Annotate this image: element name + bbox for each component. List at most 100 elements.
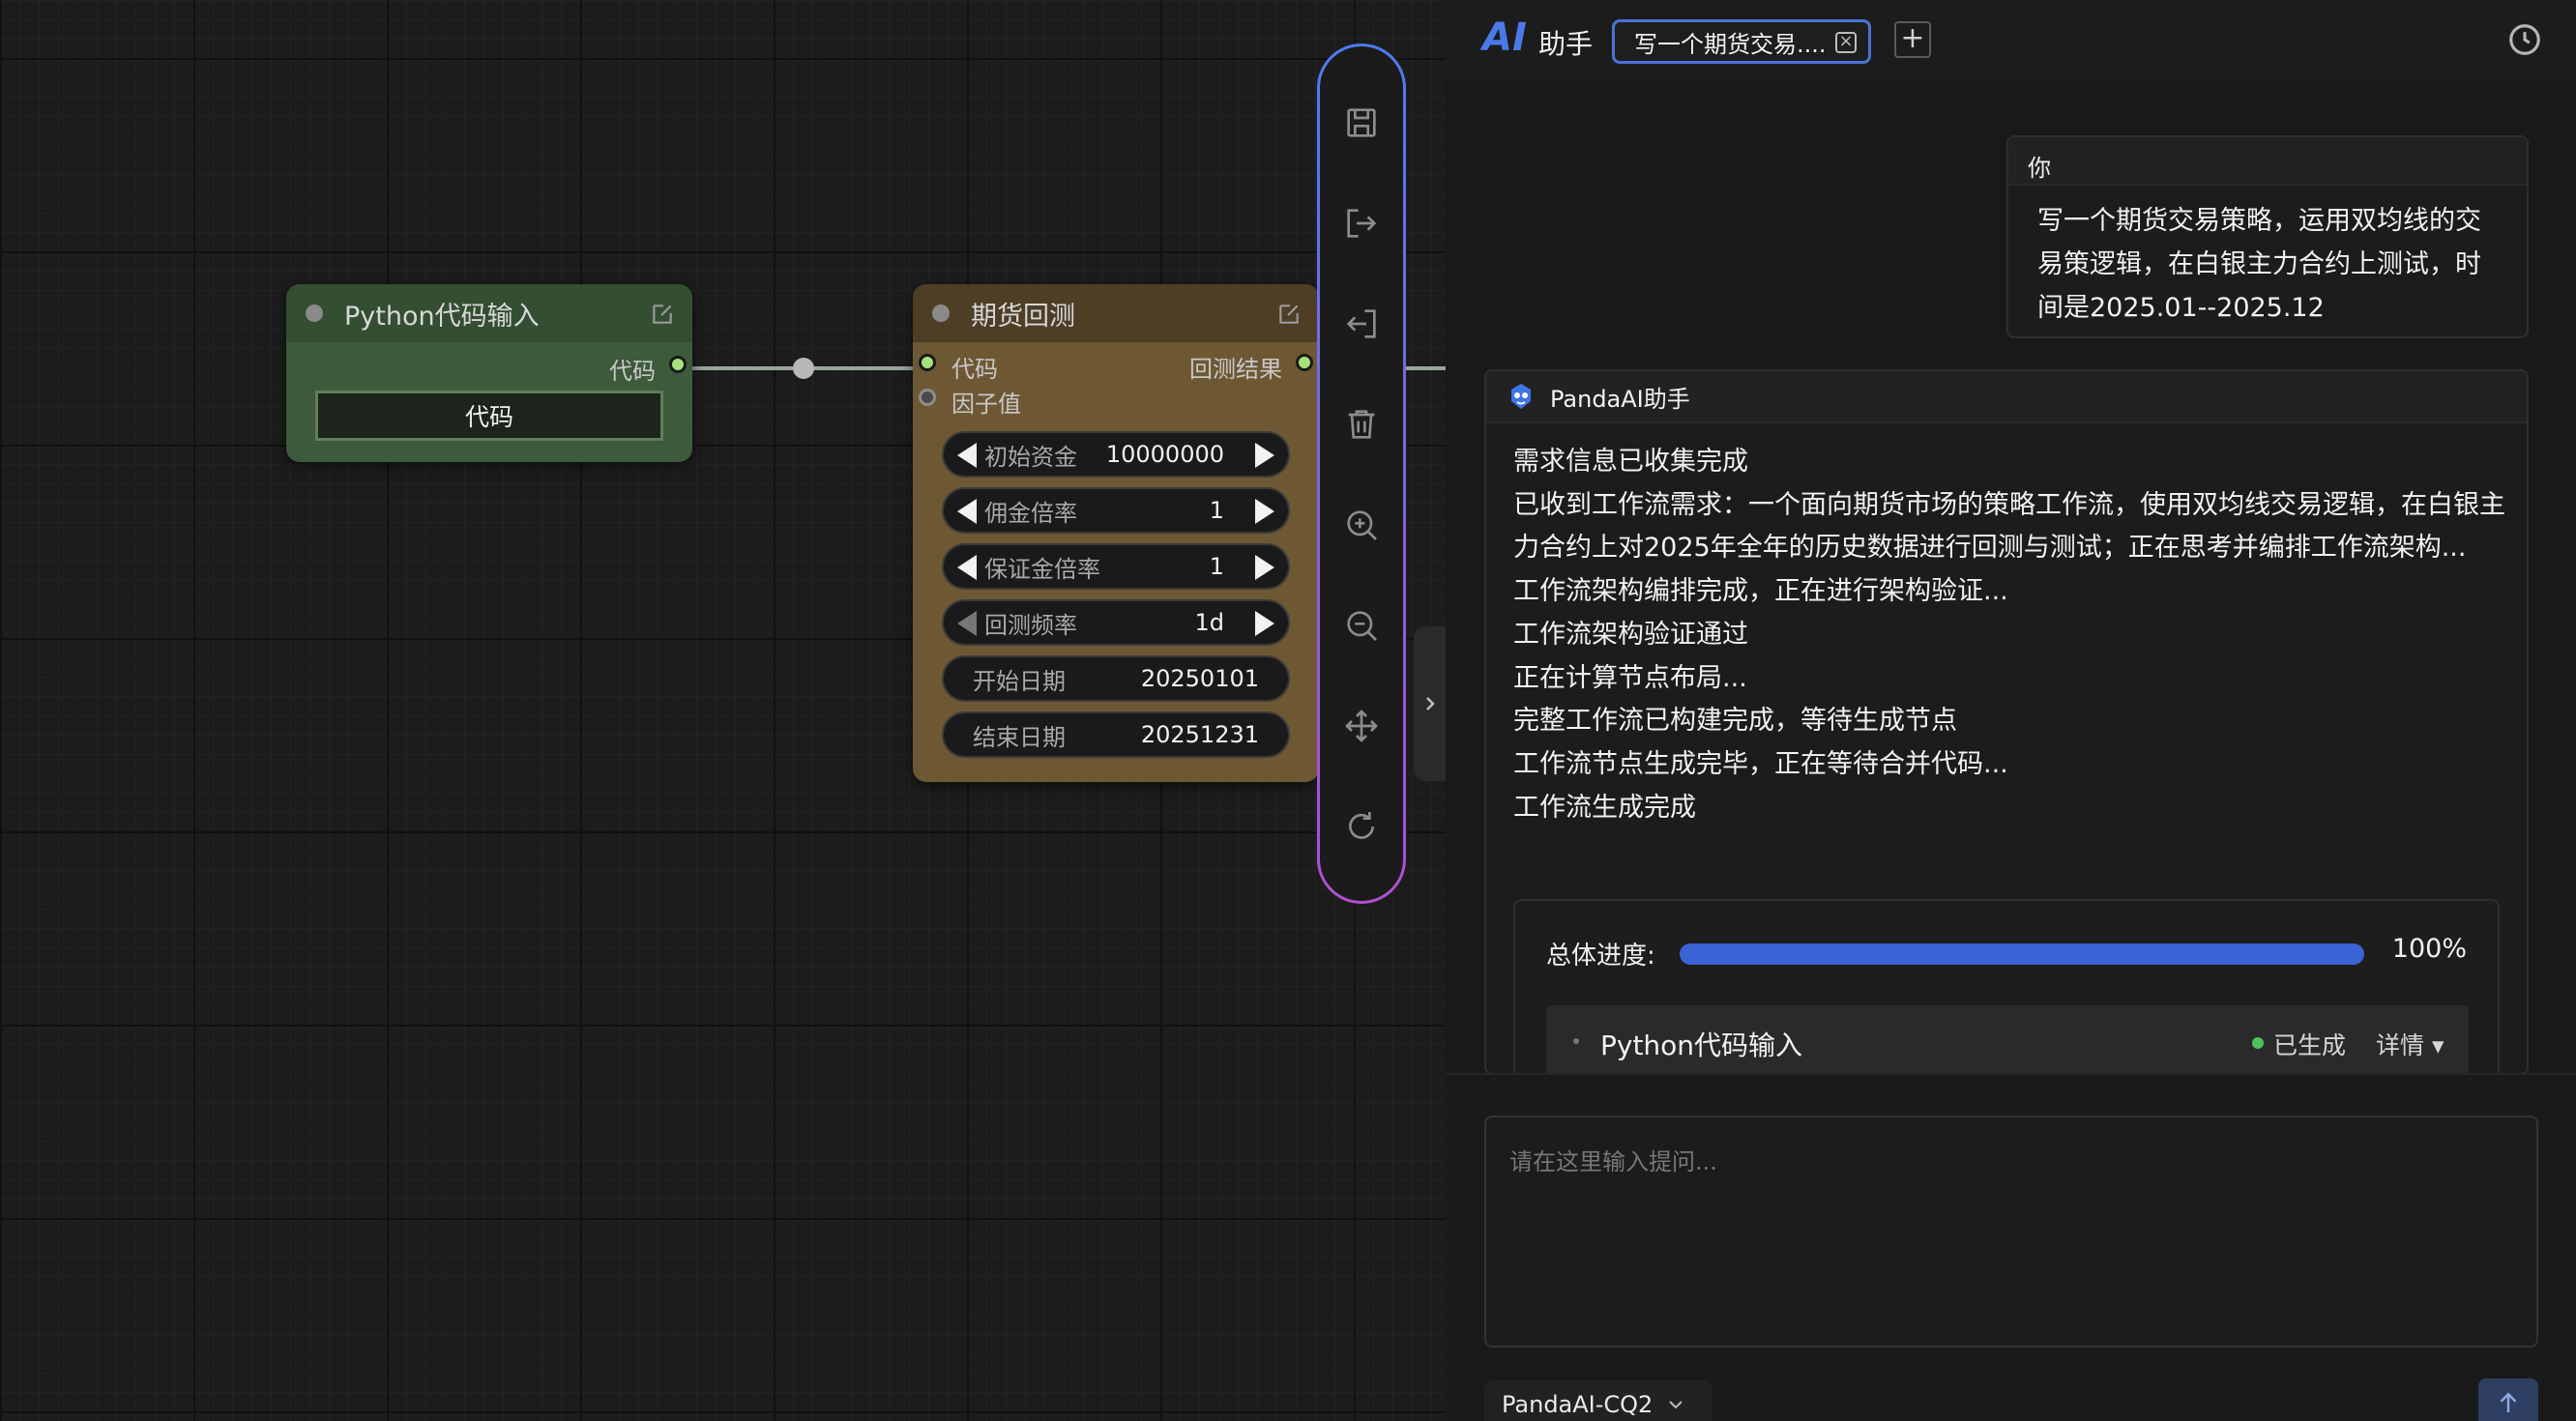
step-status: 已生成 — [2273, 1031, 2347, 1059]
step-row[interactable]: Python代码输入 已生成 详情 ▾ — [1546, 1005, 2469, 1073]
save-button[interactable] — [1339, 101, 1384, 145]
status-line: 工作流架构验证通过 — [1513, 619, 1748, 650]
ai-logo: AI — [1482, 15, 1527, 60]
assistant-message-card: PandaAI助手 需求信息已收集完成 已收到工作流需求：一个面向期货市场的策略… — [1484, 369, 2529, 1075]
status-line: 正在计算节点布局... — [1513, 662, 1747, 693]
message-sender: 你 — [2008, 137, 2527, 186]
node-python-input[interactable]: Python代码输入 代码 代码 — [286, 284, 692, 462]
history-icon[interactable] — [2506, 21, 2543, 58]
input-port-code[interactable] — [919, 354, 936, 371]
number-widget-initial-capital[interactable]: 初始资金 10000000 — [942, 431, 1290, 478]
app-root: Python代码输入 代码 代码 期货回测 代码 回测结果 因子值 初始资金 1… — [0, 0, 2576, 1421]
widget-value: 20251231 — [1140, 721, 1259, 748]
widget-label: 佣金倍率 — [984, 499, 1077, 527]
import-button[interactable] — [1339, 302, 1384, 346]
progress-bar-fill — [1680, 943, 2364, 965]
node-futures-backtest[interactable]: 期货回测 代码 回测结果 因子值 初始资金 10000000 佣金倍率 1 保证… — [913, 284, 1319, 782]
move-icon — [1345, 710, 1378, 742]
status-line: 工作流架构编排完成，正在进行架构验证... — [1513, 576, 2008, 607]
connection-midpoint[interactable] — [793, 358, 814, 379]
port-label: 因子值 — [951, 391, 1021, 418]
text-widget-end-date[interactable]: 结束日期 20251231 — [942, 711, 1290, 758]
details-toggle[interactable]: 详情 ▾ — [2376, 1027, 2444, 1061]
text-widget-start-date[interactable]: 开始日期 20250101 — [942, 655, 1290, 702]
refresh-icon — [1349, 812, 1374, 839]
ai-assistant-panel: AI 助手 写一个期货交易.... × + 你 写一个期货交易策略，运用双均线的… — [1446, 0, 2576, 1421]
panel-collapse-handle[interactable] — [1414, 626, 1446, 781]
widget-value: 20250101 — [1140, 665, 1259, 692]
decrement-arrow-icon[interactable] — [957, 611, 977, 636]
zoom-in-icon — [1347, 510, 1377, 540]
increment-arrow-icon[interactable] — [1255, 555, 1274, 580]
panda-logo-icon — [1511, 384, 1531, 409]
port-row-output: 代码 — [286, 346, 692, 385]
combo-widget-frequency[interactable]: 回测频率 1d — [942, 599, 1290, 646]
canvas-toolbar — [1317, 44, 1406, 904]
port-label: 代码 — [609, 358, 656, 385]
decrement-arrow-icon[interactable] — [957, 555, 977, 580]
import-icon — [1346, 309, 1376, 338]
widget-value: 1 — [1209, 553, 1224, 580]
model-select[interactable]: PandaAI-CQ2 — [1484, 1380, 1712, 1421]
message-text-block: 需求信息已收集完成 已收到工作流需求：一个面向期货市场的策略工作流，使用双均线交… — [1513, 441, 2519, 829]
edit-icon[interactable] — [1276, 302, 1302, 327]
node-header[interactable]: Python代码输入 — [286, 284, 692, 342]
output-port[interactable] — [669, 356, 687, 373]
refresh-button[interactable] — [1339, 804, 1384, 849]
widget-label: 保证金倍率 — [984, 555, 1100, 583]
delete-button[interactable] — [1339, 402, 1384, 447]
edit-icon[interactable] — [650, 302, 675, 327]
widget-label: 结束日期 — [973, 723, 1066, 751]
widget-label: 开始日期 — [973, 667, 1066, 695]
decrement-arrow-icon[interactable] — [957, 499, 977, 524]
status-line: 已收到工作流需求：一个面向期货市场的策略工作流，使用双均线交易逻辑，在白银主力合… — [1513, 489, 2505, 564]
progress-bar — [1680, 943, 2364, 965]
number-widget-margin[interactable]: 保证金倍率 1 — [942, 543, 1290, 590]
prompt-input[interactable] — [1484, 1116, 2538, 1348]
port-row-code: 代码 回测结果 — [913, 344, 1319, 383]
node-header[interactable]: 期货回测 — [913, 284, 1319, 342]
node-title: 期货回测 — [971, 301, 1075, 332]
status-line: 完整工作流已构建完成，等待生成节点 — [1513, 706, 1957, 737]
step-name: Python代码输入 — [1600, 1030, 1803, 1061]
widget-label: 初始资金 — [984, 443, 1077, 471]
status-line: 工作流节点生成完毕，正在等待合并代码... — [1513, 748, 2008, 779]
save-icon — [1347, 108, 1376, 137]
close-icon[interactable]: × — [1835, 32, 1857, 53]
number-widget-commission[interactable]: 佣金倍率 1 — [942, 487, 1290, 534]
increment-arrow-icon[interactable] — [1255, 443, 1274, 468]
node-status-dot — [932, 304, 950, 322]
tab-chat-session[interactable]: 写一个期货交易.... × — [1612, 19, 1871, 64]
trash-icon — [1348, 410, 1375, 439]
workflow-canvas[interactable]: Python代码输入 代码 代码 期货回测 代码 回测结果 因子值 初始资金 1… — [0, 0, 1446, 1421]
widget-value: 1 — [1209, 497, 1224, 524]
bullet-icon — [1573, 1038, 1579, 1044]
panel-header: AI 助手 写一个期货交易.... × + — [1446, 0, 2576, 81]
status-line: 工作流生成完成 — [1513, 792, 1696, 823]
decrement-arrow-icon[interactable] — [957, 443, 977, 468]
export-button[interactable] — [1339, 201, 1384, 246]
move-button[interactable] — [1339, 704, 1384, 748]
port-label: 代码 — [951, 356, 998, 383]
panel-title: 助手 — [1538, 28, 1594, 60]
zoom-in-button[interactable] — [1339, 503, 1384, 547]
code-widget[interactable]: 代码 — [315, 391, 663, 441]
user-message-card: 你 写一个期货交易策略，运用双均线的交易策逻辑，在白银主力合约上测试，时间是20… — [2006, 135, 2529, 338]
widget-value: 10000000 — [1105, 441, 1224, 468]
node-title: Python代码输入 — [344, 301, 540, 332]
widget-label: 回测频率 — [984, 611, 1077, 639]
progress-panel: 总体进度: 100% Python代码输入 已生成 详情 ▾ — [1513, 899, 2500, 1073]
status-line: 需求信息已收集完成 — [1513, 447, 1748, 477]
increment-arrow-icon[interactable] — [1255, 499, 1274, 524]
arrow-up-icon — [2500, 1392, 2517, 1412]
composer: PandaAI-CQ2 — [1446, 1073, 2576, 1421]
output-port[interactable] — [1296, 354, 1313, 371]
chevron-down-icon — [1669, 1401, 1683, 1409]
export-icon — [1347, 209, 1377, 238]
message-text: 写一个期货交易策略，运用双均线的交易策逻辑，在白银主力合约上测试，时间是2025… — [2037, 206, 2481, 323]
zoom-out-button[interactable] — [1339, 603, 1384, 648]
send-button[interactable] — [2478, 1378, 2538, 1421]
add-tab-button[interactable]: + — [1894, 21, 1931, 58]
input-port-factor[interactable] — [919, 389, 936, 406]
increment-arrow-icon[interactable] — [1255, 611, 1274, 636]
